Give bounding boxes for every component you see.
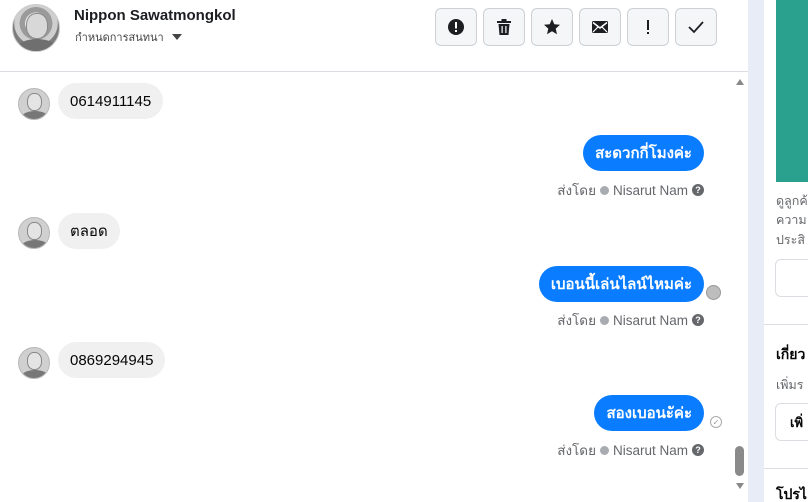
sent-by-info: ส่งโดย Nisarut Nam ? <box>557 439 704 461</box>
panel-divider-line <box>764 324 808 325</box>
panel-divider <box>748 0 764 502</box>
add-button-label: เพิ่ <box>790 414 804 430</box>
panel-action-button[interactable] <box>775 259 808 297</box>
envelope-icon <box>592 21 608 33</box>
messenger-inbox: Nippon Sawatmongkol กำหนดการสนทนา 061491… <box>0 0 808 502</box>
sent-by-info: ส่งโดย Nisarut Nam ? <box>557 179 704 201</box>
seen-avatar-icon <box>706 285 721 300</box>
trash-icon <box>497 19 511 35</box>
sender-dot-icon <box>599 315 609 325</box>
sender-name: Nisarut Nam <box>612 312 688 328</box>
sent-by-label: ส่งโดย <box>557 183 596 198</box>
sender-avatar[interactable] <box>18 88 50 120</box>
about-section-text: เพิ่มร <box>776 378 804 392</box>
scroll-thumb[interactable] <box>735 446 744 476</box>
done-button[interactable] <box>675 8 717 46</box>
star-icon <box>544 19 560 35</box>
panel-banner <box>776 0 808 182</box>
help-icon[interactable]: ? <box>692 184 704 196</box>
conversation-toolbar <box>435 8 717 46</box>
follow-up-button[interactable] <box>627 8 669 46</box>
incoming-message[interactable]: 0614911145 <box>58 83 164 119</box>
sender-avatar[interactable] <box>18 217 50 249</box>
thread-scrollbar[interactable] <box>733 72 747 502</box>
caret-down-icon <box>171 34 182 40</box>
incoming-message[interactable]: ตลอด <box>58 213 120 249</box>
contact-name[interactable]: Nippon Sawatmongkol <box>74 7 236 24</box>
sent-check-icon: ✓ <box>710 416 722 428</box>
sender-dot-icon <box>599 185 609 195</box>
sender-dot-icon <box>599 445 609 455</box>
alert-circle-icon <box>448 19 464 35</box>
panel-text: ดูลูกค้ <box>776 194 808 208</box>
outgoing-message[interactable]: สะดวกกี่โมงค่ะ <box>583 135 704 171</box>
mark-unread-button[interactable] <box>579 8 621 46</box>
outgoing-message[interactable]: เบอนนี้เล่นไลน์ไหมค่ะ <box>538 266 704 302</box>
sender-avatar[interactable] <box>18 347 50 379</box>
scroll-down-arrow-icon[interactable] <box>736 483 744 489</box>
conversation-header: Nippon Sawatmongkol กำหนดการสนทนา <box>0 0 748 72</box>
sent-by-label: ส่งโดย <box>557 313 596 328</box>
scroll-up-arrow-icon[interactable] <box>736 79 744 85</box>
contact-avatar[interactable] <box>12 4 60 52</box>
status-dropdown-label: กำหนดการสนทนา <box>75 32 164 44</box>
spam-button[interactable] <box>435 8 477 46</box>
help-icon[interactable]: ? <box>692 314 704 326</box>
profile-section-heading: โปรไ <box>776 486 807 502</box>
star-button[interactable] <box>531 8 573 46</box>
add-button[interactable]: เพิ่ <box>775 403 808 441</box>
check-icon <box>688 21 704 34</box>
outgoing-message[interactable]: สองเบอนะัค่ะ <box>594 395 704 431</box>
contact-details-panel: ดูลูกค้ ความ ประสิ เกี่ยว เพิ่มร เพิ่ โป… <box>764 0 808 502</box>
delete-button[interactable] <box>483 8 525 46</box>
help-icon[interactable]: ? <box>692 444 704 456</box>
panel-divider-line <box>764 468 808 469</box>
sent-by-label: ส่งโดย <box>557 443 596 458</box>
about-section-heading: เกี่ยว <box>776 346 806 362</box>
message-thread[interactable]: 0614911145 สะดวกกี่โมงค่ะ ส่งโดย Nisarut… <box>0 72 748 502</box>
incoming-message[interactable]: 0869294945 <box>58 342 166 378</box>
sent-by-info: ส่งโดย Nisarut Nam ? <box>557 309 704 331</box>
sender-name: Nisarut Nam <box>612 182 688 198</box>
panel-text: ประสิ <box>776 233 805 247</box>
exclamation-icon <box>647 20 649 34</box>
conversation-status-dropdown[interactable]: กำหนดการสนทนา <box>75 28 182 46</box>
sender-name: Nisarut Nam <box>612 442 688 458</box>
panel-text: ความ <box>776 213 807 227</box>
